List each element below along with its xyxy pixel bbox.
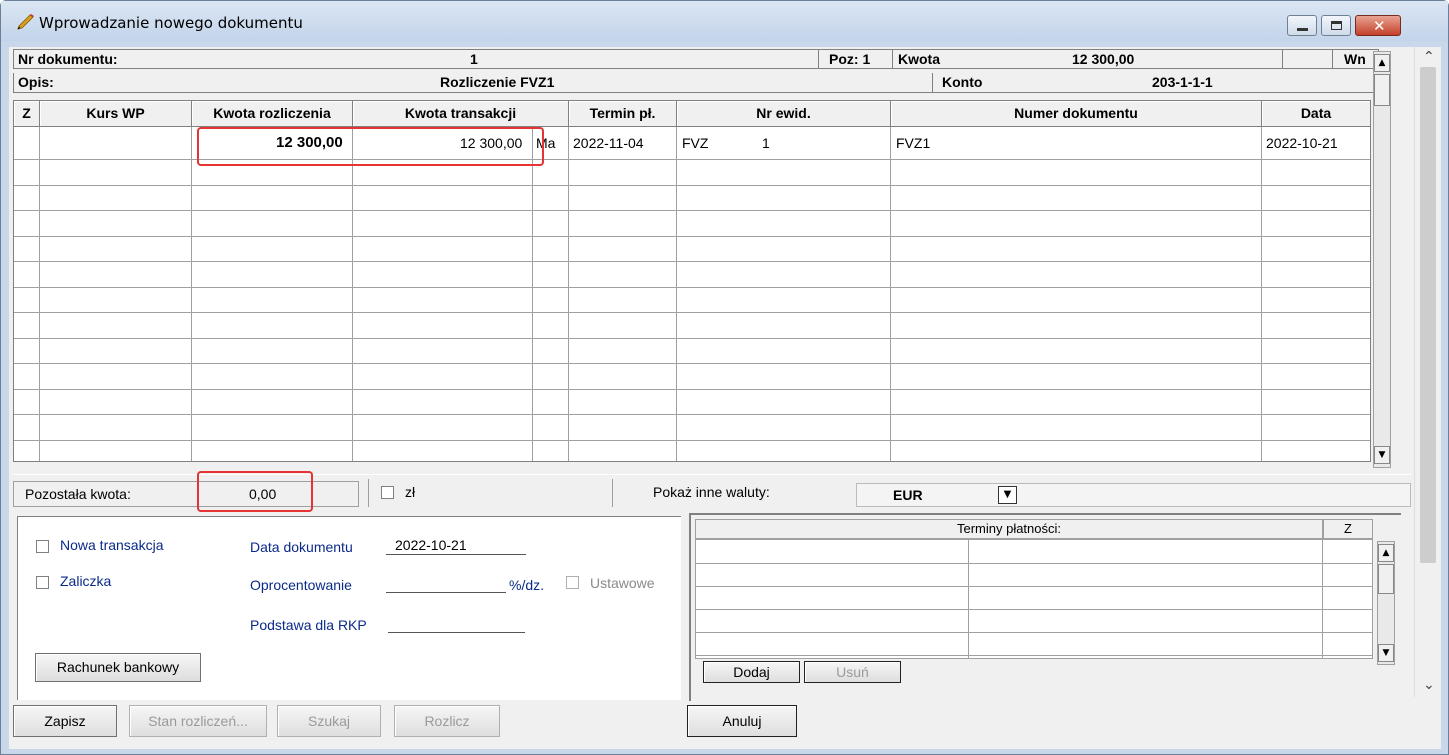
terms-scroll-thumb[interactable]	[1378, 564, 1394, 594]
waluta-select[interactable]: EUR ▼	[856, 483, 1411, 507]
procent-unit-label: %/dz.	[509, 577, 545, 593]
terms-panel: Terminy płatności: Z ▲ ▼ Dodaj Usuń	[689, 513, 1401, 701]
col-kwota-transakcji[interactable]: Kwota transakcji	[353, 101, 569, 127]
doc-header-row: Nr dokumentu: 1 Poz: 1 Kwota 12 300,00 W…	[13, 49, 1379, 69]
zapisz-button[interactable]: Zapisz	[13, 705, 117, 737]
opis-label: Opis:	[18, 74, 54, 90]
scroll-down-icon[interactable]: ▼	[1374, 446, 1390, 464]
col-termin-pl[interactable]: Termin pł.	[569, 101, 677, 127]
waluta-value: EUR	[893, 487, 923, 503]
dropdown-arrow-icon[interactable]: ▼	[998, 486, 1017, 504]
row-nr-ewid-prefix[interactable]: FVZ	[682, 135, 708, 151]
opis-header-row: Opis: Rozliczenie FVZ1 Konto 203-1-1-1	[13, 73, 1379, 93]
rozlicz-button[interactable]: Rozlicz	[394, 705, 500, 737]
kwota-label: Kwota	[898, 51, 940, 67]
podstawa-rkp-field[interactable]	[388, 632, 525, 633]
konto-value: 203-1-1-1	[1152, 74, 1213, 90]
terms-scroll-up-icon[interactable]: ▲	[1378, 544, 1394, 562]
kwota-value: 12 300,00	[1072, 51, 1135, 67]
zl-checkbox[interactable]	[381, 486, 394, 499]
zl-label: zł	[405, 484, 416, 500]
row-numer-dokumentu[interactable]: FVZ1	[896, 135, 930, 151]
window-scrollbar[interactable]: ⌃ ⌄	[1414, 47, 1441, 697]
terms-header: Terminy płatności:	[695, 519, 1323, 539]
position-label: Poz: 1	[829, 51, 871, 67]
scroll-up-icon[interactable]: ▲	[1374, 54, 1390, 72]
chevron-up-icon[interactable]: ⌃	[1423, 49, 1435, 65]
oprocentowanie-field[interactable]	[386, 592, 506, 593]
form-panel: Nowa transakcja Zaliczka Data dokumentu …	[17, 516, 681, 700]
data-dokumentu-field[interactable]: 2022-10-21	[395, 537, 467, 553]
window-scroll-thumb[interactable]	[1420, 67, 1436, 563]
nr-dokumentu-value: 1	[470, 51, 478, 67]
highlight-amounts	[197, 127, 544, 166]
konto-label: Konto	[942, 74, 983, 90]
oprocentowanie-label: Oprocentowanie	[250, 577, 352, 593]
nr-dokumentu-label: Nr dokumentu:	[18, 51, 118, 67]
dodaj-button[interactable]: Dodaj	[703, 661, 800, 683]
terms-scroll-down-icon[interactable]: ▼	[1378, 644, 1394, 662]
col-kwota-rozliczenia[interactable]: Kwota rozliczenia	[192, 101, 353, 127]
window-title: Wprowadzanie nowego dokumentu	[39, 14, 303, 32]
row-data[interactable]: 2022-10-21	[1266, 135, 1338, 151]
highlight-pozostala	[197, 471, 313, 512]
maximize-button[interactable]	[1321, 15, 1351, 36]
zaliczka-label[interactable]: Zaliczka	[60, 573, 111, 589]
opis-value: Rozliczenie FVZ1	[440, 74, 555, 90]
rachunek-bankowy-button[interactable]: Rachunek bankowy	[35, 653, 201, 682]
data-dokumentu-label: Data dokumentu	[250, 539, 353, 555]
col-nr-ewid[interactable]: Nr ewid.	[677, 101, 891, 127]
nowa-transakcja-checkbox[interactable]	[36, 540, 49, 553]
nowa-transakcja-label[interactable]: Nowa transakcja	[60, 537, 164, 553]
usun-button[interactable]: Usuń	[804, 661, 901, 683]
col-numer-dokumentu[interactable]: Numer dokumentu	[891, 101, 1262, 127]
table-scrollbar[interactable]: ▲ ▼	[1373, 51, 1391, 468]
ustawowe-label: Ustawowe	[590, 575, 655, 591]
row-nr-ewid-num[interactable]: 1	[762, 135, 770, 151]
terms-list[interactable]	[695, 539, 1373, 659]
col-z[interactable]: Z	[14, 101, 40, 127]
col-data[interactable]: Data	[1262, 101, 1370, 127]
ustawowe-checkbox[interactable]	[566, 576, 579, 589]
close-icon: ✕	[1373, 17, 1386, 35]
side-value: Wn	[1344, 51, 1366, 67]
pokaz-inne-waluty-label: Pokaż inne waluty:	[653, 484, 770, 500]
minimize-button[interactable]	[1287, 15, 1317, 36]
zaliczka-checkbox[interactable]	[36, 576, 49, 589]
maximize-icon	[1331, 21, 1342, 30]
pozostala-kwota-label: Pozostała kwota:	[25, 486, 131, 502]
edit-document-icon	[17, 14, 34, 30]
anuluj-button[interactable]: Anuluj	[687, 705, 797, 737]
terms-z-header: Z	[1323, 519, 1373, 539]
col-kurs-wp[interactable]: Kurs WP	[40, 101, 192, 127]
chevron-down-icon[interactable]: ⌄	[1423, 677, 1435, 693]
close-button[interactable]: ✕	[1355, 15, 1401, 36]
scroll-thumb[interactable]	[1374, 74, 1390, 106]
terms-scrollbar[interactable]: ▲ ▼	[1377, 541, 1395, 665]
main-window: Wprowadzanie nowego dokumentu ✕ Nr dokum…	[0, 0, 1449, 755]
minimize-icon	[1297, 28, 1308, 31]
szukaj-button[interactable]: Szukaj	[277, 705, 381, 737]
podstawa-rkp-label: Podstawa dla RKP	[250, 617, 367, 633]
title-bar: Wprowadzanie nowego dokumentu ✕	[1, 1, 1448, 41]
row-termin[interactable]: 2022-11-04	[573, 135, 644, 151]
stan-rozliczen-button[interactable]: Stan rozliczeń...	[129, 705, 267, 737]
